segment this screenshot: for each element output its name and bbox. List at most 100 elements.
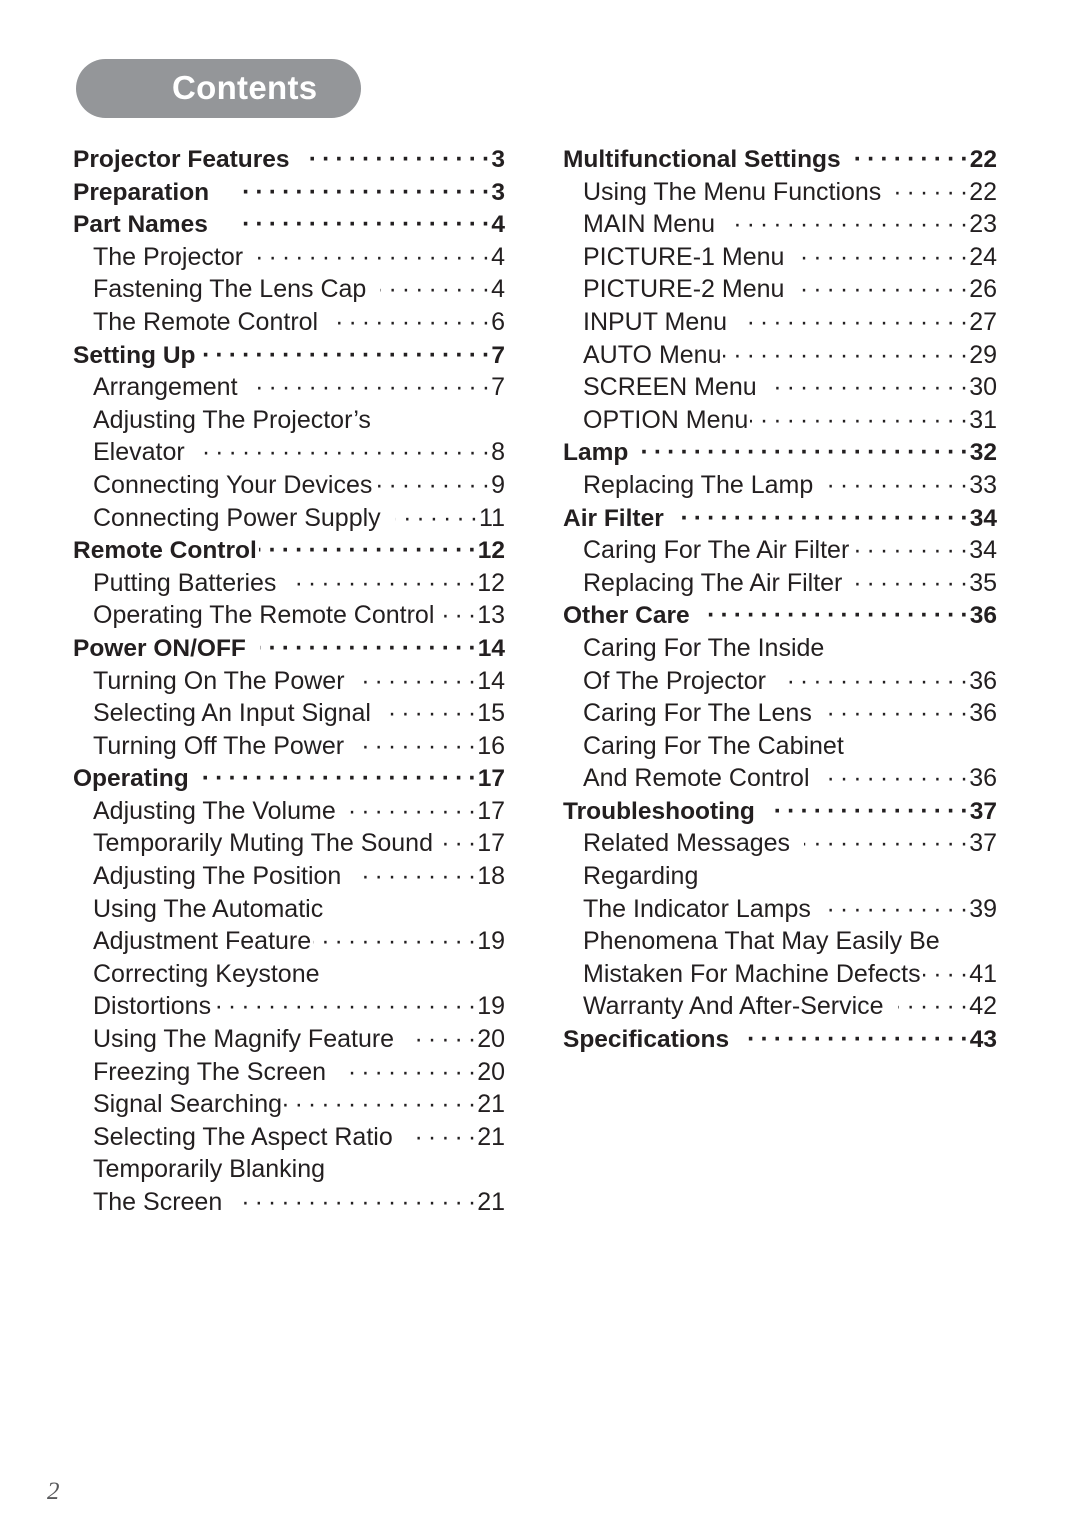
toc-entry-title: Correcting Keystone [93,959,320,988]
toc-entry[interactable]: Power ON/OFF · · · · · · · · · · · · · · … [73,632,505,665]
toc-entry-title: Troubleshooting [563,797,755,825]
toc-entry[interactable]: Preparation · · · · · · · · · · · · · · ·… [73,176,505,209]
toc-entry[interactable]: Of The Projector · · · · · · · · · · · · … [583,665,997,698]
toc-entry-title: Related Messages [583,829,791,858]
toc-entry[interactable]: Caring For The Air Filter · · · · · · · ·… [583,534,997,567]
toc-entry[interactable]: Operating The Remote Control· · · · · · … [93,599,505,632]
toc-entry[interactable]: Lamp · · · · · · · · · · · · · · · · · · … [563,436,997,469]
toc-entry[interactable]: MAIN Menu · · · · · · · · · · · · · · · ·… [583,208,997,241]
toc-leader-dots: · · · · · · · · · · · · · · · · · · · · … [340,1057,477,1086]
toc-entry[interactable]: Phenomena That May Easily Be [583,925,997,958]
toc-leader-dots: · · · · · · · · · · · · · · · · · · · · … [723,340,969,369]
toc-entry[interactable]: Connecting Power Supply · · · · · · · · ·… [93,502,505,535]
toc-leader-dots: · · · · · · · · · · · · · · · · · · · · … [359,666,477,695]
toc-entry[interactable]: Projector Features · · · · · · · · · · · … [73,143,505,176]
toc-entry[interactable]: Distortions · · · · · · · · · · · · · · ·… [93,990,505,1023]
toc-leader-dots: · · · · · · · · · · · · · · · · · · · · … [395,503,479,532]
toc-leader-dots: · · · · · · · · · · · · · · · · · · · · … [358,731,477,760]
toc-entry[interactable]: Troubleshooting · · · · · · · · · · · · ·… [563,795,997,828]
toc-entry[interactable]: Regarding [583,860,997,893]
toc-entry[interactable]: Operating · · · · · · · · · · · · · · · ·… [73,762,505,795]
toc-entry[interactable]: Turning Off The Power · · · · · · · · · ·… [93,730,505,763]
toc-entry[interactable]: Adjusting The Projector’s [93,404,505,437]
toc-entry[interactable]: Part Names · · · · · · · · · · · · · · · … [73,208,505,241]
toc-entry[interactable]: Adjusting The Volume · · · · · · · · · · … [93,795,505,828]
toc-entry-title: Elevator [93,438,185,467]
toc-entry-page-number: 36 [969,666,997,695]
toc-entry[interactable]: Turning On The Power · · · · · · · · · · … [93,665,505,698]
toc-entry-title: Part Names [73,211,208,239]
toc-entry[interactable]: The Screen · · · · · · · · · · · · · · · … [93,1186,505,1219]
toc-entry[interactable]: Adjusting The Position · · · · · · · · · … [93,860,505,893]
toc-entry-title: Lamp [563,439,629,467]
toc-entry[interactable]: Replacing The Lamp · · · · · · · · · · · … [583,469,997,502]
toc-entry[interactable]: SCREEN Menu · · · · · · · · · · · · · · ·… [583,371,997,404]
toc-entry-page-number: 31 [969,405,997,434]
toc-entry[interactable]: PICTURE-2 Menu · · · · · · · · · · · · · … [583,273,997,306]
toc-entry[interactable]: Remote Control · · · · · · · · · · · · · … [73,534,505,567]
toc-entry[interactable]: Mistaken For Machine Defects· · · · · · … [583,958,997,991]
toc-entry-page-number: 20 [477,1057,505,1086]
toc-entry[interactable]: Connecting Your Devices · · · · · · · · ·… [93,469,505,502]
toc-entry[interactable]: The Projector · · · · · · · · · · · · · ·… [93,241,505,274]
toc-entry[interactable]: Temporarily Blanking [93,1153,505,1186]
toc-entry[interactable]: Temporarily Muting The Sound· · · · · · … [93,827,505,860]
toc-entry[interactable]: The Remote Control · · · · · · · · · · · … [93,306,505,339]
toc-column-left: Projector Features · · · · · · · · · · · … [73,143,505,1219]
toc-entry-page-number: 22 [969,146,997,173]
toc-entry[interactable]: And Remote Control · · · · · · · · · · · … [583,762,997,795]
toc-entry[interactable]: Correcting Keystone [93,958,505,991]
toc-leader-dots: · · · · · · · · · · · · · · · · · · · · … [826,699,969,728]
toc-entry-title: Power ON/OFF [73,634,246,662]
toc-entry-page-number: 4 [491,242,505,271]
toc-entry[interactable]: Setting Up · · · · · · · · · · · · · · · … [73,339,505,372]
toc-leader-dots: · · · · · · · · · · · · · · · · · · · · … [380,275,491,304]
toc-entry-title: Specifications [563,1026,730,1054]
toc-entry[interactable]: Replacing The Air Filter · · · · · · · · … [583,567,997,600]
toc-entry[interactable]: Using The Automatic [93,893,505,926]
toc-entry[interactable]: Arrangement · · · · · · · · · · · · · · ·… [93,371,505,404]
toc-leader-dots: · · · · · · · · · · · · · · · · · · · · … [798,242,969,271]
toc-entry[interactable]: AUTO Menu · · · · · · · · · · · · · · · ·… [583,339,997,372]
toc-entry[interactable]: Freezing The Screen · · · · · · · · · · ·… [93,1056,505,1089]
toc-leader-dots: · · · · · · · · · · · · · · · · · · · · … [771,373,969,402]
toc-entry-title: Mistaken For Machine Defects [583,959,921,988]
toc-entry-title: Preparation [73,178,210,206]
toc-entry[interactable]: Other Care · · · · · · · · · · · · · · · … [563,599,997,632]
toc-entry-title: AUTO Menu [583,340,722,369]
toc-entry[interactable]: Signal Searching · · · · · · · · · · · · … [93,1088,505,1121]
toc-entry[interactable]: Using The Menu Functions · · · · · · · · … [583,176,997,209]
toc-entry[interactable]: Selecting The Aspect Ratio · · · · · · · … [93,1121,505,1154]
toc-entry-title: Phenomena That May Easily Be [583,927,940,956]
toc-entry-title: Connecting Your Devices [93,470,373,499]
toc-leader-dots: · · · · · · · · · · · · · · · · · · · · … [234,210,491,239]
toc-entry[interactable]: Multifunctional Settings · · · · · · · · … [563,143,997,176]
toc-entry[interactable]: The Indicator Lamps · · · · · · · · · · ·… [583,893,997,926]
toc-entry-page-number: 14 [477,666,505,695]
toc-entry[interactable]: Caring For The Inside [583,632,997,665]
toc-entry[interactable]: Adjustment Feature · · · · · · · · · · · … [93,925,505,958]
toc-entry[interactable]: PICTURE-1 Menu · · · · · · · · · · · · · … [583,241,997,274]
toc-entry-title: Using The Automatic [93,894,324,923]
toc-entry[interactable]: Specifications · · · · · · · · · · · · · … [563,1023,997,1056]
toc-entry[interactable]: Caring For The Cabinet [583,730,997,763]
toc-entry[interactable]: Using The Magnify Feature · · · · · · · ·… [93,1023,505,1056]
toc-entry-title: PICTURE-1 Menu [583,242,785,271]
toc-entry-page-number: 35 [969,568,997,597]
toc-entry-title: Turning Off The Power [93,731,345,760]
toc-entry[interactable]: Caring For The Lens · · · · · · · · · · ·… [583,697,997,730]
toc-entry-title: Using The Magnify Feature [93,1025,395,1054]
toc-entry[interactable]: Air Filter · · · · · · · · · · · · · · · … [563,502,997,535]
toc-entry-title: Regarding [583,862,699,891]
toc-entry[interactable]: Elevator · · · · · · · · · · · · · · · · … [93,436,505,469]
toc-entry[interactable]: Related Messages · · · · · · · · · · · · … [583,827,997,860]
toc-entry[interactable]: INPUT Menu · · · · · · · · · · · · · · · … [583,306,997,339]
toc-entry[interactable]: Putting Batteries · · · · · · · · · · · ·… [93,567,505,600]
toc-entry[interactable]: Selecting An Input Signal · · · · · · · ·… [93,697,505,730]
toc-entry[interactable]: Fastening The Lens Cap · · · · · · · · · … [93,273,505,306]
toc-entry-title: Remote Control [73,537,257,565]
toc-leader-dots: · · · · · · · · · · · · · · · · · · · · … [236,1188,477,1216]
toc-entry-title: Temporarily Muting The Sound [93,829,433,858]
toc-entry[interactable]: OPTION Menu · · · · · · · · · · · · · · ·… [583,404,997,437]
toc-entry[interactable]: Warranty And After-Service · · · · · · · … [583,990,997,1023]
